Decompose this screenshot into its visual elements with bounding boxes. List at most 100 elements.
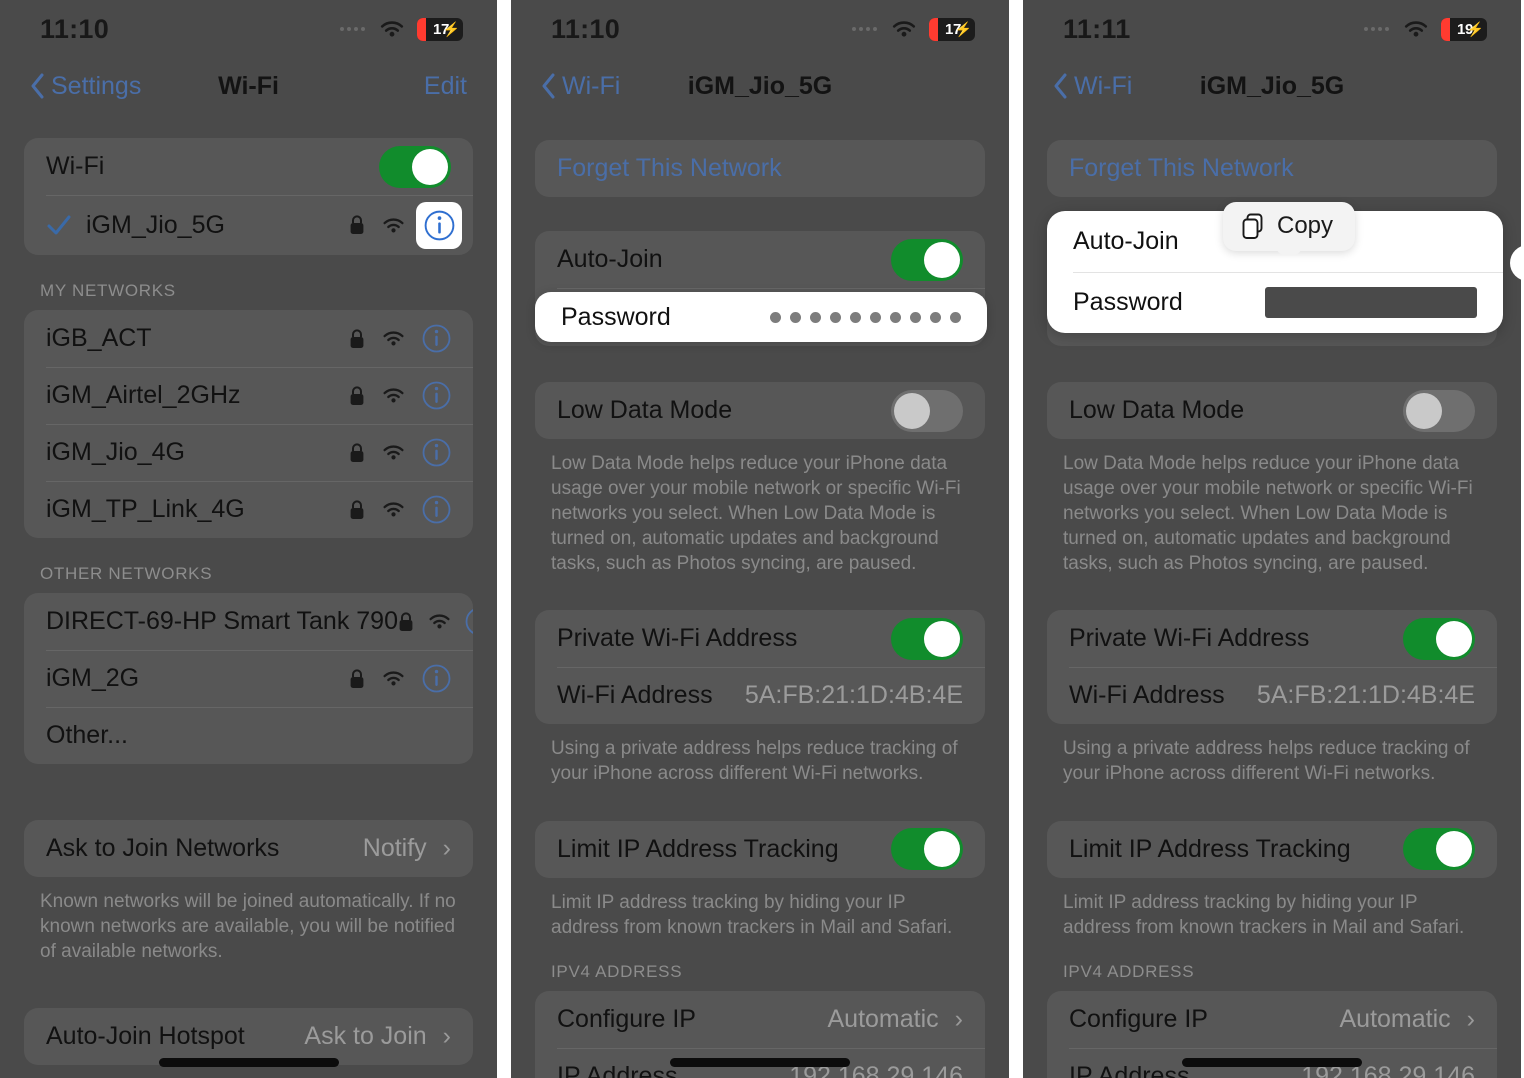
nav-bar: Wi-Fi iGM_Jio_5G (1023, 58, 1521, 114)
ask-to-join-row[interactable]: Ask to Join Networks Notify › (24, 820, 473, 877)
private-wifi-group: Private Wi-Fi Address Wi-Fi Address 5A:F… (1047, 610, 1497, 725)
auto-join-hotspot-value: Ask to Join (304, 1022, 427, 1051)
low-data-note: Low Data Mode helps reduce your iPhone d… (551, 453, 961, 575)
low-data-mode-group: Low Data Mode (1047, 382, 1497, 439)
wifi-toggle-row[interactable]: Wi-Fi (24, 138, 473, 195)
private-wifi-toggle[interactable] (891, 617, 963, 660)
limit-ip-toggle[interactable] (1403, 828, 1475, 871)
wifi-address-row: Wi-Fi Address 5A:FB:21:1D:4B:4E (535, 667, 985, 724)
configure-ip-row[interactable]: Configure IP Automatic › (1047, 991, 1497, 1048)
limit-ip-label: Limit IP Address Tracking (557, 834, 839, 863)
nav-bar: Settings Wi-Fi Edit (0, 58, 497, 114)
status-time: 11:10 (551, 13, 621, 44)
list-item[interactable]: iGM_2G (24, 650, 473, 707)
forget-network-row[interactable]: Forget This Network (1047, 140, 1497, 197)
list-item[interactable]: DIRECT-69-HP Smart Tank 790 (24, 593, 473, 650)
password-card-highlighted: Auto-Join Password Copy (1047, 202, 1503, 333)
limit-ip-label: Limit IP Address Tracking (1069, 834, 1351, 863)
ip-address-label: IP Address (1069, 1061, 1190, 1078)
limit-ip-group: Limit IP Address Tracking (1047, 820, 1497, 878)
info-icon[interactable] (422, 664, 451, 693)
battery-icon: 17 ⚡ (417, 17, 463, 41)
configure-ip-value: Automatic (1339, 1004, 1451, 1033)
charging-bolt-icon: ⚡ (954, 21, 972, 37)
info-icon[interactable] (422, 381, 451, 410)
low-data-mode-row[interactable]: Low Data Mode (535, 382, 985, 439)
lock-icon (350, 215, 364, 234)
home-indicator (670, 1058, 850, 1067)
wifi-strength-icon (383, 445, 404, 460)
settings-content: Forget This Network Auto-Join Low Data M… (511, 114, 1009, 1078)
copy-tooltip[interactable]: Copy (1223, 202, 1356, 255)
private-wifi-toggle[interactable] (1403, 617, 1475, 660)
forget-network-row[interactable]: Forget This Network (535, 140, 985, 197)
info-icon[interactable] (424, 210, 455, 241)
copy-icon (1242, 213, 1263, 239)
list-item[interactable]: iGM_Jio_4G (24, 424, 473, 481)
info-icon[interactable] (422, 438, 451, 467)
password-label: Password (1073, 288, 1183, 316)
wifi-strength-icon (383, 388, 404, 403)
back-button[interactable]: Wi-Fi (541, 72, 620, 101)
network-name: iGM_Jio_4G (46, 438, 185, 466)
wifi-toggle-label: Wi-Fi (46, 152, 105, 180)
info-icon[interactable] (422, 324, 451, 353)
other-networks-header: OTHER NETWORKS (40, 564, 213, 583)
chevron-left-icon (31, 73, 44, 99)
battery-icon: 19 ⚡ (1441, 17, 1487, 41)
auto-join-hotspot-label: Auto-Join Hotspot (46, 1022, 245, 1051)
status-indicators: 19 ⚡ (1364, 17, 1487, 41)
connected-network-row[interactable]: iGM_Jio_5G (24, 195, 473, 255)
limit-ip-row[interactable]: Limit IP Address Tracking (535, 821, 985, 878)
configure-ip-label: Configure IP (557, 1004, 696, 1033)
wifi-strength-icon (383, 502, 404, 517)
list-item[interactable]: iGB_ACT (24, 310, 473, 367)
configure-ip-label: Configure IP (1069, 1004, 1208, 1033)
private-wifi-row[interactable]: Private Wi-Fi Address (535, 610, 985, 667)
password-redacted-bar (1265, 287, 1477, 318)
checkmark-icon (47, 215, 71, 235)
limit-ip-toggle[interactable] (891, 828, 963, 871)
back-label: Wi-Fi (1074, 71, 1133, 100)
limit-ip-group: Limit IP Address Tracking (535, 820, 985, 878)
forget-network-label: Forget This Network (1069, 154, 1294, 182)
low-data-mode-toggle[interactable] (891, 389, 963, 432)
list-item[interactable]: iGM_TP_Link_4G (24, 481, 473, 538)
wifi-toggle[interactable] (379, 145, 451, 188)
limit-ip-row[interactable]: Limit IP Address Tracking (1047, 821, 1497, 878)
wifi-main-group: Wi-Fi iGM_Jio_5G (24, 138, 473, 255)
private-wifi-note: Using a private address helps reduce tra… (1063, 738, 1470, 785)
wifi-address-value: 5A:FB:21:1D:4B:4E (1256, 681, 1475, 710)
low-data-mode-toggle[interactable] (1403, 389, 1475, 432)
auto-join-toggle[interactable] (891, 238, 963, 281)
auto-join-row[interactable]: Auto-Join (535, 231, 985, 288)
network-name: iGM_Airtel_2GHz (46, 381, 241, 409)
back-button[interactable]: Wi-Fi (1053, 72, 1132, 101)
chevron-left-icon (542, 73, 555, 99)
status-indicators: 17 ⚡ (852, 17, 975, 41)
charging-bolt-icon: ⚡ (442, 21, 460, 37)
edit-button[interactable]: Edit (424, 72, 467, 101)
configure-ip-row[interactable]: Configure IP Automatic › (535, 991, 985, 1048)
low-data-mode-group: Low Data Mode (535, 382, 985, 439)
status-bar: 11:10 17 ⚡ (0, 0, 497, 58)
signal-dots-icon (1364, 27, 1389, 31)
password-row[interactable]: Password (1047, 272, 1503, 333)
ip-address-label: IP Address (557, 1061, 678, 1078)
info-icon[interactable] (465, 607, 473, 636)
network-name: iGM_2G (46, 664, 140, 692)
low-data-mode-row[interactable]: Low Data Mode (1047, 382, 1497, 439)
private-wifi-row[interactable]: Private Wi-Fi Address (1047, 610, 1497, 667)
network-name: iGB_ACT (46, 324, 152, 352)
wifi-address-row: Wi-Fi Address 5A:FB:21:1D:4B:4E (1047, 667, 1497, 724)
auto-join-hotspot-row[interactable]: Auto-Join Hotspot Ask to Join › (24, 1008, 473, 1065)
list-item[interactable]: iGM_Airtel_2GHz (24, 367, 473, 424)
password-row-highlighted[interactable]: Password (535, 292, 987, 342)
lock-icon (350, 668, 364, 688)
back-button[interactable]: Settings (30, 72, 141, 101)
wifi-icon (892, 21, 916, 37)
other-network-option[interactable]: Other... (24, 707, 473, 764)
info-button-highlight[interactable] (416, 202, 462, 249)
info-icon[interactable] (422, 495, 451, 524)
lock-icon (350, 385, 364, 405)
